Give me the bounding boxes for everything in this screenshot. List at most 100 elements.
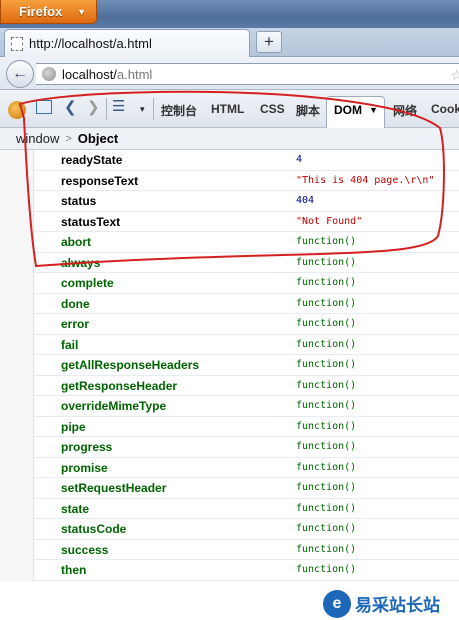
chevron-left-icon[interactable]: ❮	[64, 99, 77, 117]
dom-property-row[interactable]: then function()	[34, 560, 459, 581]
property-name[interactable]: done	[61, 297, 90, 311]
breadcrumb-root[interactable]: window	[16, 131, 59, 146]
property-name[interactable]: setRequestHeader	[61, 481, 166, 495]
dom-property-row[interactable]: setRequestHeader function()	[34, 478, 459, 499]
firebug-toolbar: ❮ ❯ ☰ ▾ 控制台 HTML CSS 脚本 DOM ▼ 网络 Cook	[0, 90, 459, 128]
property-name[interactable]: fail	[61, 338, 78, 352]
tab-title: http://localhost/a.html	[29, 36, 152, 51]
property-name[interactable]: progress	[61, 440, 112, 454]
back-button[interactable]: ←	[6, 60, 34, 88]
property-name[interactable]: then	[61, 563, 86, 577]
property-value[interactable]: "This is 404 page.\r\n"	[296, 175, 434, 186]
tab-html[interactable]: HTML	[211, 102, 244, 116]
property-name[interactable]: getAllResponseHeaders	[61, 358, 199, 372]
property-value[interactable]: function()	[296, 298, 356, 309]
chevron-down-icon[interactable]: ▼	[369, 105, 378, 115]
property-value[interactable]: 404	[296, 195, 314, 206]
tab-dom[interactable]: DOM ▼	[326, 96, 385, 128]
dom-property-row[interactable]: responseText "This is 404 page.\r\n"	[34, 171, 459, 191]
dom-property-row[interactable]: overrideMimeType function()	[34, 396, 459, 417]
dom-property-row[interactable]: statusCode function()	[34, 519, 459, 540]
dom-property-row[interactable]: error function()	[34, 314, 459, 335]
dom-property-row[interactable]: statusText "Not Found"	[34, 212, 459, 232]
property-value[interactable]: "Not Found"	[296, 216, 362, 227]
firefox-menu-label: Firefox	[19, 4, 63, 19]
tab-console[interactable]: 控制台	[161, 102, 197, 119]
breadcrumb: window > Object	[0, 128, 459, 150]
url-bar[interactable]: localhost/a.html ☆	[36, 63, 459, 85]
property-name[interactable]: complete	[61, 276, 114, 290]
property-value[interactable]: function()	[296, 441, 356, 452]
firefox-menu-button[interactable]: Firefox ▼	[0, 0, 97, 24]
property-value[interactable]: function()	[296, 523, 356, 534]
property-name[interactable]: promise	[61, 461, 108, 475]
property-value[interactable]: function()	[296, 564, 356, 575]
dom-property-row[interactable]: readyState 4	[34, 150, 459, 171]
property-name[interactable]: readyState	[61, 153, 122, 167]
firebug-icon[interactable]	[8, 101, 26, 119]
bookmark-star-icon[interactable]: ☆	[450, 67, 459, 84]
dom-property-row[interactable]: getResponseHeader function()	[34, 376, 459, 396]
dom-property-row[interactable]: progress function()	[34, 437, 459, 458]
property-name[interactable]: status	[61, 194, 96, 208]
property-value[interactable]: function()	[296, 400, 356, 411]
dom-property-row[interactable]: always function()	[34, 253, 459, 273]
property-value[interactable]: function()	[296, 482, 356, 493]
property-name[interactable]: always	[61, 256, 100, 270]
dom-property-row[interactable]: status 404	[34, 191, 459, 212]
property-name[interactable]: statusCode	[61, 522, 126, 536]
property-value[interactable]: function()	[296, 359, 356, 370]
chevron-right-icon[interactable]: ❯	[87, 99, 100, 117]
toolbar-divider	[106, 98, 107, 120]
dom-panel: readyState 4 responseText "This is 404 page…	[0, 150, 459, 581]
new-tab-button[interactable]: +	[256, 31, 282, 53]
dom-gutter	[0, 150, 34, 581]
property-value[interactable]: function()	[296, 277, 356, 288]
property-value[interactable]: function()	[296, 462, 356, 473]
property-value[interactable]: 4	[296, 154, 302, 165]
dom-property-row[interactable]: pipe function()	[34, 417, 459, 437]
title-bar: Firefox ▼	[0, 0, 459, 28]
property-name[interactable]: statusText	[61, 215, 120, 229]
property-value[interactable]: function()	[296, 544, 356, 555]
tab-current[interactable]: http://localhost/a.html	[4, 29, 250, 57]
property-name[interactable]: responseText	[61, 174, 138, 188]
property-value[interactable]: function()	[296, 318, 356, 329]
tab-network[interactable]: 网络	[393, 102, 417, 119]
property-name[interactable]: success	[61, 543, 108, 557]
url-path: a.html	[116, 66, 153, 82]
property-name[interactable]: abort	[61, 235, 91, 249]
inspect-element-icon[interactable]	[36, 100, 52, 114]
property-name[interactable]: getResponseHeader	[61, 379, 177, 393]
dom-property-row[interactable]: abort function()	[34, 232, 459, 253]
navigation-bar: localhost/a.html ☆ ←	[0, 57, 459, 90]
dom-property-row[interactable]: success function()	[34, 540, 459, 560]
property-name[interactable]: error	[61, 317, 89, 331]
property-name[interactable]: overrideMimeType	[61, 399, 166, 413]
dom-property-row[interactable]: promise function()	[34, 458, 459, 478]
property-name[interactable]: state	[61, 502, 89, 516]
property-value[interactable]: function()	[296, 421, 356, 432]
property-value[interactable]: function()	[296, 503, 356, 514]
tab-cookies[interactable]: Cook	[431, 102, 459, 116]
tab-css[interactable]: CSS	[260, 102, 285, 116]
dom-property-row[interactable]: fail function()	[34, 335, 459, 355]
property-value[interactable]: function()	[296, 236, 356, 247]
breadcrumb-current[interactable]: Object	[78, 131, 118, 146]
back-arrow-icon: ←	[12, 65, 28, 82]
tab-script[interactable]: 脚本	[296, 102, 320, 119]
site-identity-icon[interactable]	[42, 67, 56, 81]
breadcrumb-separator: >	[65, 132, 72, 145]
url-host: localhost/	[62, 66, 117, 82]
menu-lines-icon[interactable]: ☰	[112, 98, 125, 116]
property-value[interactable]: function()	[296, 380, 356, 391]
dom-property-row[interactable]: getAllResponseHeaders function()	[34, 355, 459, 376]
property-value[interactable]: function()	[296, 339, 356, 350]
dom-property-row[interactable]: state function()	[34, 499, 459, 519]
chevron-down-icon[interactable]: ▾	[140, 100, 145, 118]
property-name[interactable]: pipe	[61, 420, 86, 434]
property-value[interactable]: function()	[296, 257, 356, 268]
dom-property-row[interactable]: complete function()	[34, 273, 459, 294]
dom-property-row[interactable]: done function()	[34, 294, 459, 314]
tab-strip: http://localhost/a.html +	[0, 28, 459, 57]
